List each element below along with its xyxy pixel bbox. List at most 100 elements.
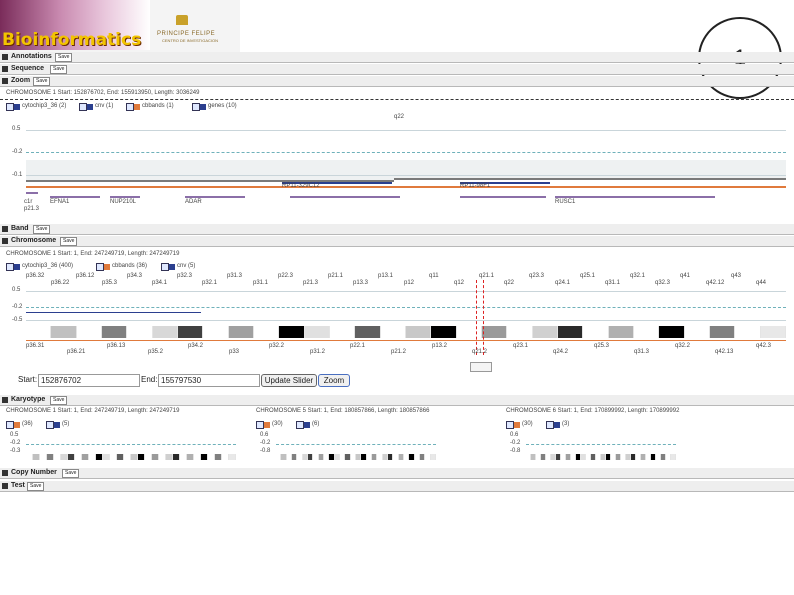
legend-checkbox[interactable] — [506, 421, 514, 429]
band-tick-label: q31.1 — [605, 280, 621, 286]
cytoband — [124, 454, 130, 460]
grid-line — [26, 130, 786, 131]
cytoband — [586, 454, 590, 460]
cytoband — [656, 454, 660, 460]
gene-label: c1r — [24, 199, 33, 205]
legend-checkbox[interactable] — [546, 421, 554, 429]
cytoband — [356, 454, 361, 460]
band-tick-label: p21.3 — [303, 280, 319, 286]
cytoband — [532, 326, 557, 338]
end-label: End: — [141, 375, 158, 384]
legend-checkbox[interactable] — [192, 103, 200, 111]
end-input[interactable]: 155797530 — [158, 374, 260, 387]
legend-checkbox[interactable] — [46, 421, 54, 429]
band-tick-label: p21.1 — [328, 273, 344, 279]
cytoband — [558, 326, 583, 338]
start-input[interactable]: 152876702 — [38, 374, 140, 387]
karyotype-chr1[interactable]: CHROMOSOME 1 Start: 1, End: 247249719, L… — [6, 408, 246, 464]
section-test[interactable]: Test Save — [0, 481, 794, 492]
collapse-icon[interactable] — [2, 470, 8, 476]
cytoband — [82, 454, 88, 460]
section-annotations[interactable]: Annotations Save — [0, 52, 794, 63]
collapse-icon[interactable] — [2, 66, 8, 72]
annotations-save-button[interactable]: Save — [55, 53, 73, 62]
cytoband — [228, 326, 253, 338]
cytoband — [131, 454, 137, 460]
band-tick-label: p31.1 — [253, 280, 269, 286]
cytoband — [398, 454, 403, 460]
section-zoom[interactable]: Zoom Save — [0, 76, 794, 87]
chromosome-ideogram[interactable] — [26, 326, 786, 338]
cytoband — [54, 454, 60, 460]
legend-checkbox[interactable] — [6, 103, 14, 111]
cytoband — [551, 454, 555, 460]
legend-checkbox[interactable] — [296, 421, 304, 429]
cytoband — [606, 454, 610, 460]
karyotype-chr6[interactable]: CHROMOSOME 6 Start: 1, End: 170899992, L… — [506, 408, 746, 464]
chromosome-save-button[interactable]: Save — [60, 237, 78, 246]
cytoband — [616, 454, 620, 460]
collapse-icon[interactable] — [2, 78, 8, 84]
legend-swatch — [169, 264, 175, 270]
collapse-icon[interactable] — [2, 226, 8, 232]
y-tick: -0.8 — [510, 448, 521, 454]
collapse-icon[interactable] — [2, 397, 8, 403]
sequence-save-button[interactable]: Save — [50, 65, 68, 74]
legend-checkbox[interactable] — [256, 421, 264, 429]
legend-swatch — [134, 104, 140, 110]
test-save-button[interactable]: Save — [27, 482, 45, 491]
band-tick-label: q44 — [756, 280, 767, 286]
cytoband — [178, 326, 203, 338]
zoom-button[interactable]: Zoom — [318, 374, 350, 387]
institute-subtitle: CENTRO DE INVESTIGACION — [162, 38, 219, 43]
legend-checkbox[interactable] — [79, 103, 87, 111]
band-tick-label: q23.3 — [529, 273, 545, 279]
legend-swatch — [104, 264, 110, 270]
gene-bar — [555, 196, 715, 198]
karyotype-save-button[interactable]: Save — [50, 396, 68, 405]
band-tick-label: p32.1 — [202, 280, 218, 286]
cytoband — [531, 454, 535, 460]
cytoband — [40, 454, 46, 460]
collapse-icon[interactable] — [2, 238, 8, 244]
zoom-save-button[interactable]: Save — [33, 77, 51, 86]
slider-handle[interactable] — [470, 362, 492, 372]
collapse-icon[interactable] — [2, 54, 8, 60]
cytoband — [297, 454, 302, 460]
gene-bar — [185, 196, 245, 198]
legend-checkbox[interactable] — [6, 263, 14, 271]
cytoband — [292, 454, 297, 460]
section-sequence[interactable]: Sequence Save — [0, 64, 794, 75]
band-save-button[interactable]: Save — [33, 225, 51, 234]
update-slider-button[interactable]: Update Slider — [261, 374, 317, 387]
collapse-icon[interactable] — [2, 483, 8, 489]
band-tick-label: p36.32 — [26, 273, 45, 279]
cytoband — [611, 454, 615, 460]
legend-checkbox[interactable] — [6, 421, 14, 429]
section-copy-number[interactable]: Copy Number Save — [0, 468, 794, 479]
legend-checkbox[interactable] — [126, 103, 134, 111]
section-band[interactable]: Band Save — [0, 224, 794, 235]
legend-checkbox[interactable] — [161, 263, 169, 271]
band-tick-label: p34.2 — [188, 343, 204, 349]
section-chromosome[interactable]: Chromosome Save — [0, 236, 794, 247]
crown-icon — [176, 15, 188, 25]
karyotype-chr5[interactable]: CHROMOSOME 5 Start: 1, End: 180857866, L… — [256, 408, 496, 464]
band-tick-label: p32.2 — [269, 343, 285, 349]
section-karyotype[interactable]: Karyotype Save — [0, 395, 794, 406]
cytoband — [286, 454, 291, 460]
band-tick-label: q21.1 — [479, 273, 495, 279]
cytoband — [377, 454, 382, 460]
band-tick-label: q12 — [454, 280, 465, 286]
legend-checkbox[interactable] — [96, 263, 104, 271]
gene-bar — [26, 192, 38, 194]
cytoband — [684, 326, 709, 338]
copy-number-save-button[interactable]: Save — [62, 469, 80, 478]
cytoband — [61, 454, 67, 460]
gene-label: RUSC1 — [555, 199, 576, 205]
band-tick-label: p36.21 — [67, 349, 86, 355]
cytoband — [355, 326, 380, 338]
cytoband — [631, 454, 635, 460]
cytoband — [276, 454, 281, 460]
count-label: (30) — [272, 421, 283, 427]
